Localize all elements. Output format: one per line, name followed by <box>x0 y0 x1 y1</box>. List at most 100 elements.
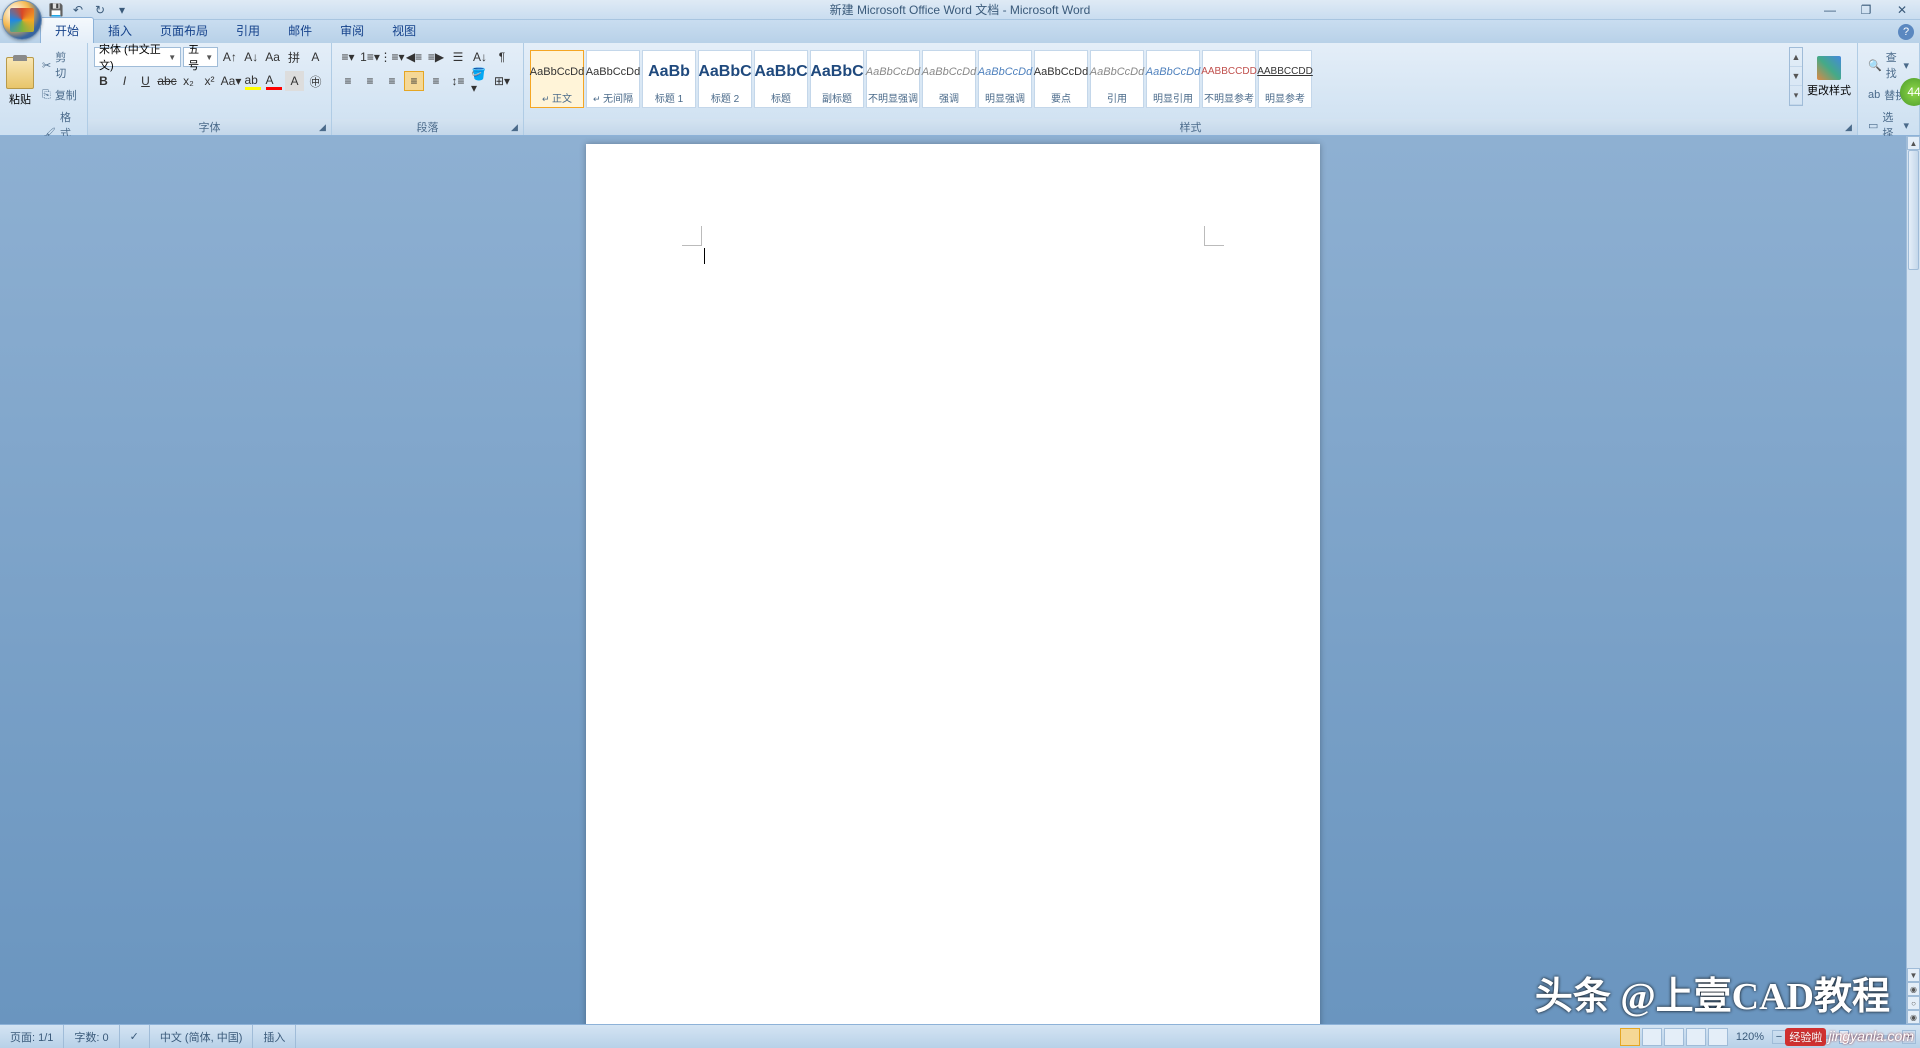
scroll-up-button[interactable]: ▲ <box>1907 136 1920 150</box>
tab-home[interactable]: 开始 <box>40 17 94 43</box>
office-button[interactable] <box>2 0 42 40</box>
asian-layout-button[interactable]: ☰ <box>448 47 468 67</box>
style-item-13[interactable]: AABBCCDD明显参考 <box>1258 50 1312 108</box>
bold-button[interactable]: B <box>94 71 113 91</box>
qat-redo-icon[interactable]: ↻ <box>92 2 108 18</box>
minimize-button[interactable]: — <box>1816 2 1844 18</box>
view-print-layout-button[interactable] <box>1620 1028 1640 1046</box>
style-item-3[interactable]: AaBbC标题 2 <box>698 50 752 108</box>
align-left-button[interactable]: ≡ <box>338 71 358 91</box>
sort-button[interactable]: A↓ <box>470 47 490 67</box>
char-border-icon[interactable]: A <box>306 47 325 67</box>
browse-next-button[interactable]: ◉ <box>1907 1010 1920 1024</box>
decrease-indent-button[interactable]: ◀≡ <box>404 47 424 67</box>
change-case-button[interactable]: Aa▾ <box>221 71 241 91</box>
status-page[interactable]: 页面: 1/1 <box>0 1025 64 1048</box>
status-insert-mode[interactable]: 插入 <box>253 1025 296 1048</box>
align-right-button[interactable]: ≡ <box>382 71 402 91</box>
shading-button[interactable]: 🪣▾ <box>470 71 490 91</box>
subscript-button[interactable]: x₂ <box>179 71 198 91</box>
align-center-button[interactable]: ≡ <box>360 71 380 91</box>
highlight-button[interactable]: ab <box>243 71 262 91</box>
status-language[interactable]: 中文 (简体, 中国) <box>150 1025 254 1048</box>
superscript-button[interactable]: x² <box>200 71 219 91</box>
font-size-combo[interactable]: 五号▼ <box>183 47 218 67</box>
char-shading-button[interactable]: A <box>285 71 304 91</box>
qat-save-icon[interactable]: 💾 <box>48 2 64 18</box>
view-full-screen-button[interactable] <box>1642 1028 1662 1046</box>
browse-prev-button[interactable]: ◉ <box>1907 982 1920 996</box>
close-button[interactable]: ✕ <box>1888 2 1916 18</box>
clear-format-icon[interactable]: Aa <box>263 47 282 67</box>
style-item-2[interactable]: AaBb标题 1 <box>642 50 696 108</box>
strikethrough-button[interactable]: abc <box>157 71 177 91</box>
maximize-button[interactable]: ❐ <box>1852 2 1880 18</box>
phonetic-icon[interactable]: 拼 <box>284 47 303 67</box>
scroll-thumb[interactable] <box>1908 150 1919 270</box>
view-web-layout-button[interactable] <box>1664 1028 1684 1046</box>
scroll-down-button[interactable]: ▼ <box>1907 968 1920 982</box>
zoom-level[interactable]: 120% <box>1736 1031 1764 1043</box>
tab-mailings[interactable]: 邮件 <box>274 18 326 43</box>
qat-customize-icon[interactable]: ▾ <box>114 2 130 18</box>
cut-button[interactable]: ✂剪切 <box>38 47 81 83</box>
shrink-font-icon[interactable]: A↓ <box>242 47 261 67</box>
tab-view[interactable]: 视图 <box>378 18 430 43</box>
browse-select-button[interactable]: ○ <box>1907 996 1920 1010</box>
enclose-char-button[interactable]: ㊥ <box>306 71 325 91</box>
style-item-10[interactable]: AaBbCcDd引用 <box>1090 50 1144 108</box>
increase-indent-button[interactable]: ≡▶ <box>426 47 446 67</box>
font-color-button[interactable]: A <box>264 71 283 91</box>
styles-scroll-down[interactable]: ▼ <box>1790 67 1802 86</box>
addon-badge[interactable]: 44 <box>1900 78 1920 106</box>
vertical-scrollbar[interactable]: ▲ ▼ ◉ ○ ◉ <box>1906 136 1920 1024</box>
distribute-button[interactable]: ≡ <box>426 71 446 91</box>
paragraph-launcher[interactable]: ◢ <box>508 121 521 134</box>
document-page[interactable] <box>586 144 1320 1024</box>
tab-review[interactable]: 审阅 <box>326 18 378 43</box>
numbering-button[interactable]: 1≡▾ <box>360 47 380 67</box>
style-item-0[interactable]: AaBbCcDd↵ 正文 <box>530 50 584 108</box>
style-item-7[interactable]: AaBbCcDd强调 <box>922 50 976 108</box>
help-icon[interactable]: ? <box>1898 24 1914 40</box>
styles-launcher[interactable]: ◢ <box>1842 121 1855 134</box>
quick-access-toolbar: 💾 ↶ ↻ ▾ <box>48 2 130 18</box>
copy-button[interactable]: ⎘复制 <box>38 85 81 105</box>
qat-undo-icon[interactable]: ↶ <box>70 2 86 18</box>
tab-page-layout[interactable]: 页面布局 <box>146 18 222 43</box>
style-item-9[interactable]: AaBbCcDd要点 <box>1034 50 1088 108</box>
style-item-4[interactable]: AaBbC标题 <box>754 50 808 108</box>
grow-font-icon[interactable]: A↑ <box>220 47 239 67</box>
find-button[interactable]: 🔍查找▾ <box>1864 47 1913 83</box>
styles-expand[interactable]: ▾ <box>1790 86 1802 105</box>
underline-button[interactable]: U <box>136 71 155 91</box>
zoom-out-button[interactable]: − <box>1772 1030 1786 1044</box>
tab-references[interactable]: 引用 <box>222 18 274 43</box>
justify-button[interactable]: ≡ <box>404 71 424 91</box>
paste-button[interactable]: 粘贴 <box>6 47 34 117</box>
style-item-6[interactable]: AaBbCcDd不明显强调 <box>866 50 920 108</box>
status-proofing-icon[interactable]: ✓ <box>120 1025 150 1048</box>
change-styles-button[interactable]: 更改样式 <box>1807 47 1851 107</box>
style-item-11[interactable]: AaBbCcDd明显引用 <box>1146 50 1200 108</box>
font-launcher[interactable]: ◢ <box>316 121 329 134</box>
line-spacing-button[interactable]: ↕≡ <box>448 71 468 91</box>
styles-scroll-up[interactable]: ▲ <box>1790 48 1802 67</box>
view-outline-button[interactable] <box>1686 1028 1706 1046</box>
style-item-12[interactable]: AABBCCDD不明显参考 <box>1202 50 1256 108</box>
style-item-label: ↵ 正文 <box>542 90 572 105</box>
multilevel-button[interactable]: ⋮≡▾ <box>382 47 402 67</box>
document-area[interactable] <box>0 136 1906 1024</box>
font-name-combo[interactable]: 宋体 (中文正文)▼ <box>94 47 181 67</box>
borders-button[interactable]: ⊞▾ <box>492 71 512 91</box>
view-draft-button[interactable] <box>1708 1028 1728 1046</box>
italic-button[interactable]: I <box>115 71 134 91</box>
bullets-button[interactable]: ≡▾ <box>338 47 358 67</box>
style-item-1[interactable]: AaBbCcDd↵ 无间隔 <box>586 50 640 108</box>
tab-insert[interactable]: 插入 <box>94 18 146 43</box>
style-item-5[interactable]: AaBbC副标题 <box>810 50 864 108</box>
margin-mark-tr <box>1204 226 1224 246</box>
show-marks-button[interactable]: ¶ <box>492 47 512 67</box>
style-item-8[interactable]: AaBbCcDd明显强调 <box>978 50 1032 108</box>
status-words[interactable]: 字数: 0 <box>64 1025 119 1048</box>
